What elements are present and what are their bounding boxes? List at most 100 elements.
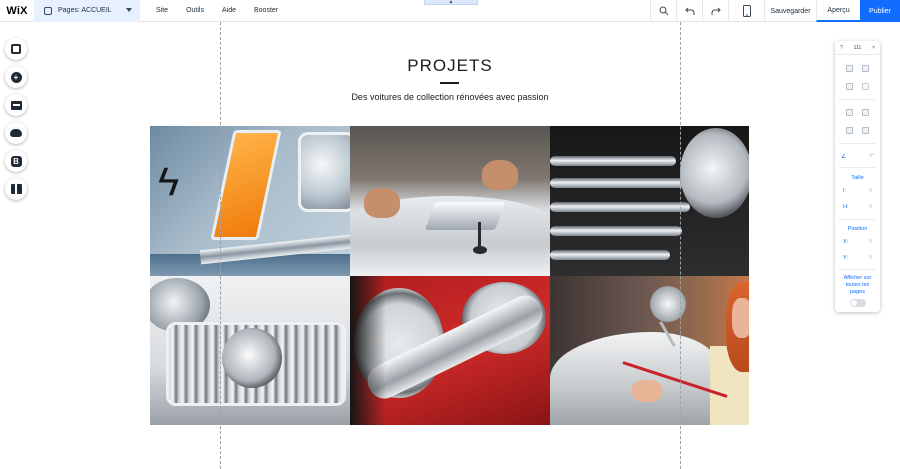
gallery-image-red-dashboard-gauges[interactable] [350,276,550,425]
publish-button[interactable]: Publier [860,0,900,22]
width-field[interactable]: l: 0 [843,188,872,194]
undo-button[interactable] [676,0,702,22]
grille-bar [550,250,670,260]
show-on-all-pages-toggle[interactable] [850,299,866,307]
angle-value[interactable]: 0° [869,153,874,160]
pages-icon [44,6,52,15]
steering-wheel-rim [350,276,386,425]
menu-item-booster[interactable]: Booster [254,7,278,14]
market-icon [10,184,22,194]
gallery-image-chrome-grille[interactable] [550,126,749,276]
rotation-row: ∠ 0° [841,153,874,160]
left-guide-line[interactable] [220,22,221,469]
duplicate-icon[interactable] [845,83,853,90]
gallery-image-white-car-grille[interactable] [150,276,350,425]
gallery-image-hands-on-white-car[interactable] [350,126,550,276]
upload-icon [10,129,22,137]
pages-dropdown[interactable]: Pages: ACCUEIL [34,0,140,22]
car-fender [550,332,720,425]
show-on-all-pages-label: Afficher sur toutes les pages [843,275,872,295]
save-button[interactable]: Sauvegarder [764,0,816,22]
wix-logo[interactable]: WiX [0,0,34,22]
paste-icon[interactable] [862,65,870,72]
background-button[interactable] [5,38,27,60]
close-icon[interactable]: × [872,45,875,51]
menu-item-site[interactable]: Site [156,7,168,14]
add-apps-button[interactable] [5,94,27,116]
background-icon [11,44,21,54]
x-label: X: [843,239,849,245]
distribute-row [835,127,880,134]
y-label: Y: [843,255,848,261]
pages-label: Pages: ACCUEIL [58,7,112,14]
size-label: Taille [851,175,864,181]
distribute-icon[interactable] [845,127,853,134]
panel-divider [839,143,876,144]
hand [632,380,662,402]
main-menu: Site Outils Aide Booster [156,7,296,14]
chevron-up-icon: ▲ [448,0,454,5]
zoom-button[interactable] [650,0,676,22]
chevron-down-icon [126,7,132,12]
preview-button[interactable]: Aperçu [816,0,860,22]
grille-bar [550,156,676,166]
menu-item-outils[interactable]: Outils [186,7,204,14]
y-field[interactable]: Y: 0 [843,255,872,261]
face [732,298,749,338]
help-icon[interactable]: ? [840,45,843,51]
align-icon[interactable] [862,109,870,116]
add-apps-icon [10,100,22,110]
width-label: l: [843,188,846,194]
gallery-image-blue-car-headlight[interactable]: ϟ [150,126,350,276]
blog-button[interactable]: B [5,150,27,172]
redo-button[interactable] [702,0,728,22]
upload-button[interactable] [5,122,27,144]
match-size-icon[interactable] [862,127,870,134]
lightning-bolt-icon: ϟ [158,160,180,204]
mobile-icon [742,5,751,17]
market-button[interactable] [5,178,27,200]
arrange-row [835,109,880,116]
panel-header: ? 111 × [835,41,880,55]
chrome-ornament [424,202,506,230]
add-button[interactable]: + [5,66,27,88]
page-title[interactable]: PROJETS [0,56,900,76]
right-hand [482,160,518,190]
grille-bar [550,226,682,236]
menu-item-aide[interactable]: Aide [222,7,236,14]
undo-icon [684,7,694,15]
add-icon: + [10,71,22,83]
layout-tools-panel: ? 111 × ∠ 0° Taille l: 0 H: 0 Position X… [835,41,880,312]
antenna-base [473,246,487,254]
title-divider [440,82,459,84]
arrange-icon[interactable] [845,109,853,116]
headlight [680,128,749,218]
mobile-view-button[interactable] [728,0,764,22]
fog-light [222,328,282,388]
panel-size-icon[interactable]: 111 [854,45,862,51]
y-value[interactable]: 0 [869,255,872,261]
height-label: H: [843,204,849,210]
collapse-topbar-tab[interactable]: ▲ [424,0,478,5]
panel-divider [839,99,876,100]
copy-icon[interactable] [845,65,853,72]
delete-icon[interactable] [862,83,870,90]
height-field[interactable]: H: 0 [843,204,872,210]
left-hand [364,188,400,218]
zoom-icon [659,6,668,16]
angle-icon: ∠ [841,154,847,160]
x-field[interactable]: X: 0 [843,239,872,245]
blog-icon: B [10,155,22,167]
width-value[interactable]: 0 [869,188,872,194]
orange-indicator [210,130,282,240]
height-value[interactable]: 0 [869,204,872,210]
panel-divider [839,269,876,270]
redo-icon [711,7,721,15]
page-subtitle[interactable]: Des voitures de collection rénovées avec… [0,92,900,102]
right-guide-line[interactable] [680,22,681,469]
project-gallery[interactable]: ϟ [150,126,749,425]
position-label: Position [847,226,868,232]
x-value[interactable]: 0 [869,239,872,245]
grille-bar [550,178,688,188]
gallery-image-woman-with-mirror[interactable] [550,276,749,425]
